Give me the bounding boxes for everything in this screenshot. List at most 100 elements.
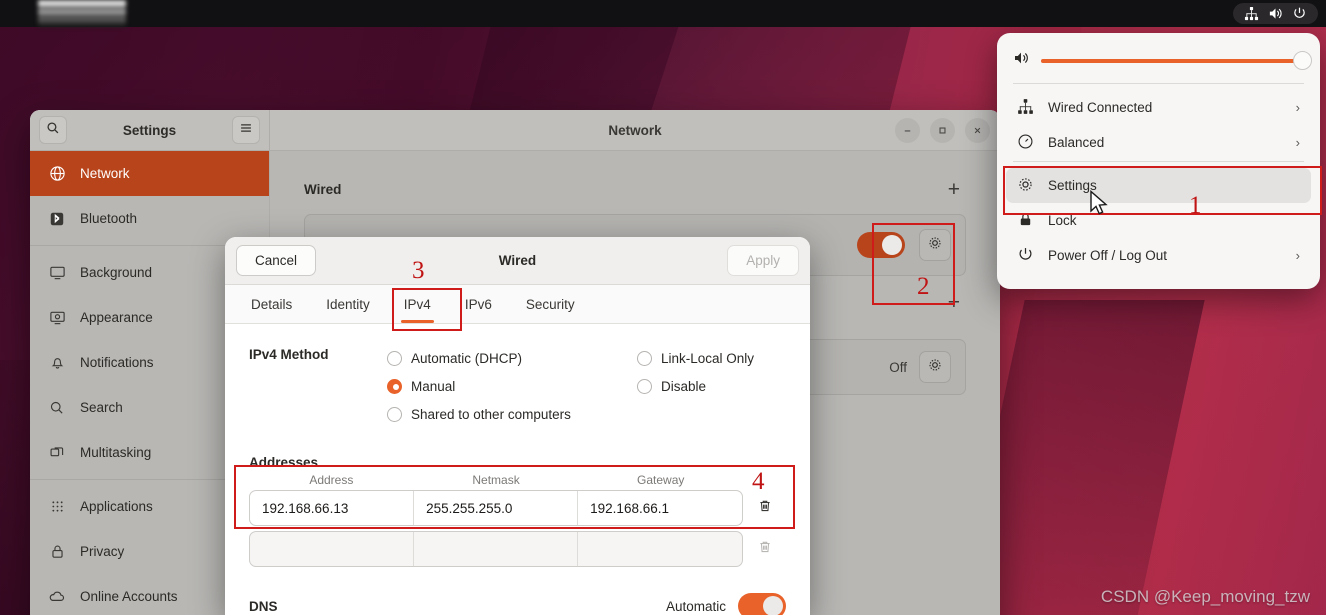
cancel-button[interactable]: Cancel <box>236 245 317 276</box>
sidebar-item-label: Notifications <box>80 355 154 370</box>
radio-indicator <box>637 378 652 394</box>
network-icon <box>1017 98 1034 118</box>
annotation-box-2 <box>872 223 955 305</box>
cloud-icon <box>48 588 66 606</box>
windows-icon <box>48 444 66 462</box>
menu-button[interactable] <box>232 116 260 144</box>
tab-security[interactable]: Security <box>509 285 592 323</box>
quick-menu-item-wired[interactable]: Wired Connected › <box>1006 90 1311 125</box>
bell-icon <box>48 354 66 372</box>
tab-identity[interactable]: Identity <box>309 285 387 323</box>
blurred-topbar-label <box>38 0 126 27</box>
dns-automatic-label: Automatic <box>665 598 726 614</box>
quick-menu-item-power[interactable]: Power Off / Log Out › <box>1006 238 1311 273</box>
wired-section-label: Wired <box>304 182 342 197</box>
maximize-button[interactable] <box>930 117 955 143</box>
trash-icon <box>757 539 773 560</box>
appearance-icon <box>48 309 66 327</box>
chevron-right-icon: › <box>1295 100 1300 115</box>
dns-automatic-toggle[interactable] <box>738 593 786 615</box>
wired-settings-dialog: Cancel Wired Apply Details Identity IPv4… <box>225 237 810 615</box>
dialog-tabs: Details Identity IPv4 IPv6 Security <box>225 285 810 324</box>
gauge-icon <box>1017 133 1034 153</box>
quick-menu-divider <box>1013 161 1304 162</box>
annotation-box-1 <box>1003 166 1322 215</box>
network-icon <box>1244 6 1259 21</box>
quick-menu-divider <box>1013 83 1304 84</box>
mouse-cursor <box>1089 189 1111 223</box>
annotation-box-4 <box>234 465 795 529</box>
ipv4-method-section: IPv4 Method Automatic (DHCP) Manual Shar… <box>249 344 786 428</box>
radio-indicator-selected <box>387 378 402 394</box>
sidebar-item-label: Search <box>80 400 123 415</box>
quick-menu-item-label: Balanced <box>1048 135 1105 150</box>
close-button[interactable] <box>965 117 990 143</box>
volume-icon[interactable] <box>1013 49 1031 72</box>
sidebar-item-label: Background <box>80 265 153 280</box>
watermark: CSDN @Keep_moving_tzw <box>1100 587 1310 606</box>
power-icon <box>1292 6 1307 21</box>
sidebar-item-label: Applications <box>80 499 153 514</box>
radio-indicator <box>387 350 402 366</box>
bluetooth-icon <box>48 210 66 228</box>
wired-section-header: Wired + <box>304 179 966 200</box>
hamburger-icon <box>239 121 253 140</box>
gateway-input-empty[interactable] <box>578 532 742 566</box>
search-icon <box>46 121 60 140</box>
minimize-button[interactable] <box>895 117 920 143</box>
delete-address-button-empty[interactable] <box>743 531 786 567</box>
page-title: Network <box>608 122 662 138</box>
sidebar-item-label: Network <box>80 166 130 181</box>
chevron-right-icon: › <box>1295 135 1300 150</box>
volume-slider-knob[interactable] <box>1293 50 1312 70</box>
radio-disable[interactable]: Disable <box>637 372 754 400</box>
sidebar-item-label: Online Accounts <box>80 589 178 604</box>
address-row-inputs-empty <box>249 531 744 567</box>
annotation-number-3: 3 <box>412 257 425 284</box>
lock-icon <box>48 543 66 561</box>
sidebar-item-label: Privacy <box>80 544 125 559</box>
dns-automatic-control: Automatic <box>666 593 786 615</box>
annotation-box-3 <box>392 288 462 331</box>
sidebar-item-bluetooth[interactable]: Bluetooth <box>30 196 269 241</box>
proxy-settings-gear-button[interactable] <box>919 351 951 383</box>
monitor-icon <box>48 264 66 282</box>
dialog-header: Cancel Wired Apply <box>225 237 810 285</box>
sidebar-item-label: Bluetooth <box>80 211 138 226</box>
sidebar-item-label: Multitasking <box>80 445 152 460</box>
tab-details[interactable]: Details <box>234 285 309 323</box>
gear-icon <box>927 357 943 378</box>
ipv4-method-options-left: Automatic (DHCP) Manual Shared to other … <box>387 344 637 428</box>
ipv4-method-options-right: Link-Local Only Disable <box>637 344 754 428</box>
volume-slider-row <box>997 43 1320 82</box>
quick-menu-item-balanced[interactable]: Balanced › <box>1006 125 1311 160</box>
volume-slider[interactable] <box>1041 50 1312 70</box>
dns-section: DNS Automatic <box>249 593 786 615</box>
address-input-empty[interactable] <box>250 532 415 566</box>
settings-window-title: Settings <box>122 122 177 138</box>
search-button[interactable] <box>39 116 67 144</box>
annotation-number-4: 4 <box>752 468 765 495</box>
radio-label: Automatic (DHCP) <box>411 350 523 366</box>
radio-shared-to-other-computers[interactable]: Shared to other computers <box>387 400 637 428</box>
ipv4-method-label: IPv4 Method <box>249 347 329 362</box>
radio-label: Manual <box>411 378 456 394</box>
apply-button[interactable]: Apply <box>727 245 799 276</box>
radio-label: Disable <box>661 378 707 394</box>
netmask-input-empty[interactable] <box>414 532 579 566</box>
quick-menu-item-label: Power Off / Log Out <box>1048 248 1168 263</box>
radio-link-local-only[interactable]: Link-Local Only <box>637 344 754 372</box>
radio-label: Link-Local Only <box>661 350 755 366</box>
quick-settings-menu: Wired Connected › Balanced › Settings Lo… <box>997 33 1320 289</box>
proxy-state-label: Off <box>889 359 907 375</box>
address-row-empty <box>249 531 786 567</box>
radio-automatic-dhcp[interactable]: Automatic (DHCP) <box>387 344 637 372</box>
add-wired-button[interactable]: + <box>942 179 966 200</box>
quick-menu-item-label: Lock <box>1048 213 1077 228</box>
gnome-top-bar <box>0 0 1326 27</box>
annotation-number-2: 2 <box>917 273 930 300</box>
system-status-area[interactable] <box>1233 3 1318 24</box>
radio-manual[interactable]: Manual <box>387 372 637 400</box>
sidebar-item-network[interactable]: Network <box>30 151 269 196</box>
quick-menu-item-label: Wired Connected <box>1048 100 1153 115</box>
